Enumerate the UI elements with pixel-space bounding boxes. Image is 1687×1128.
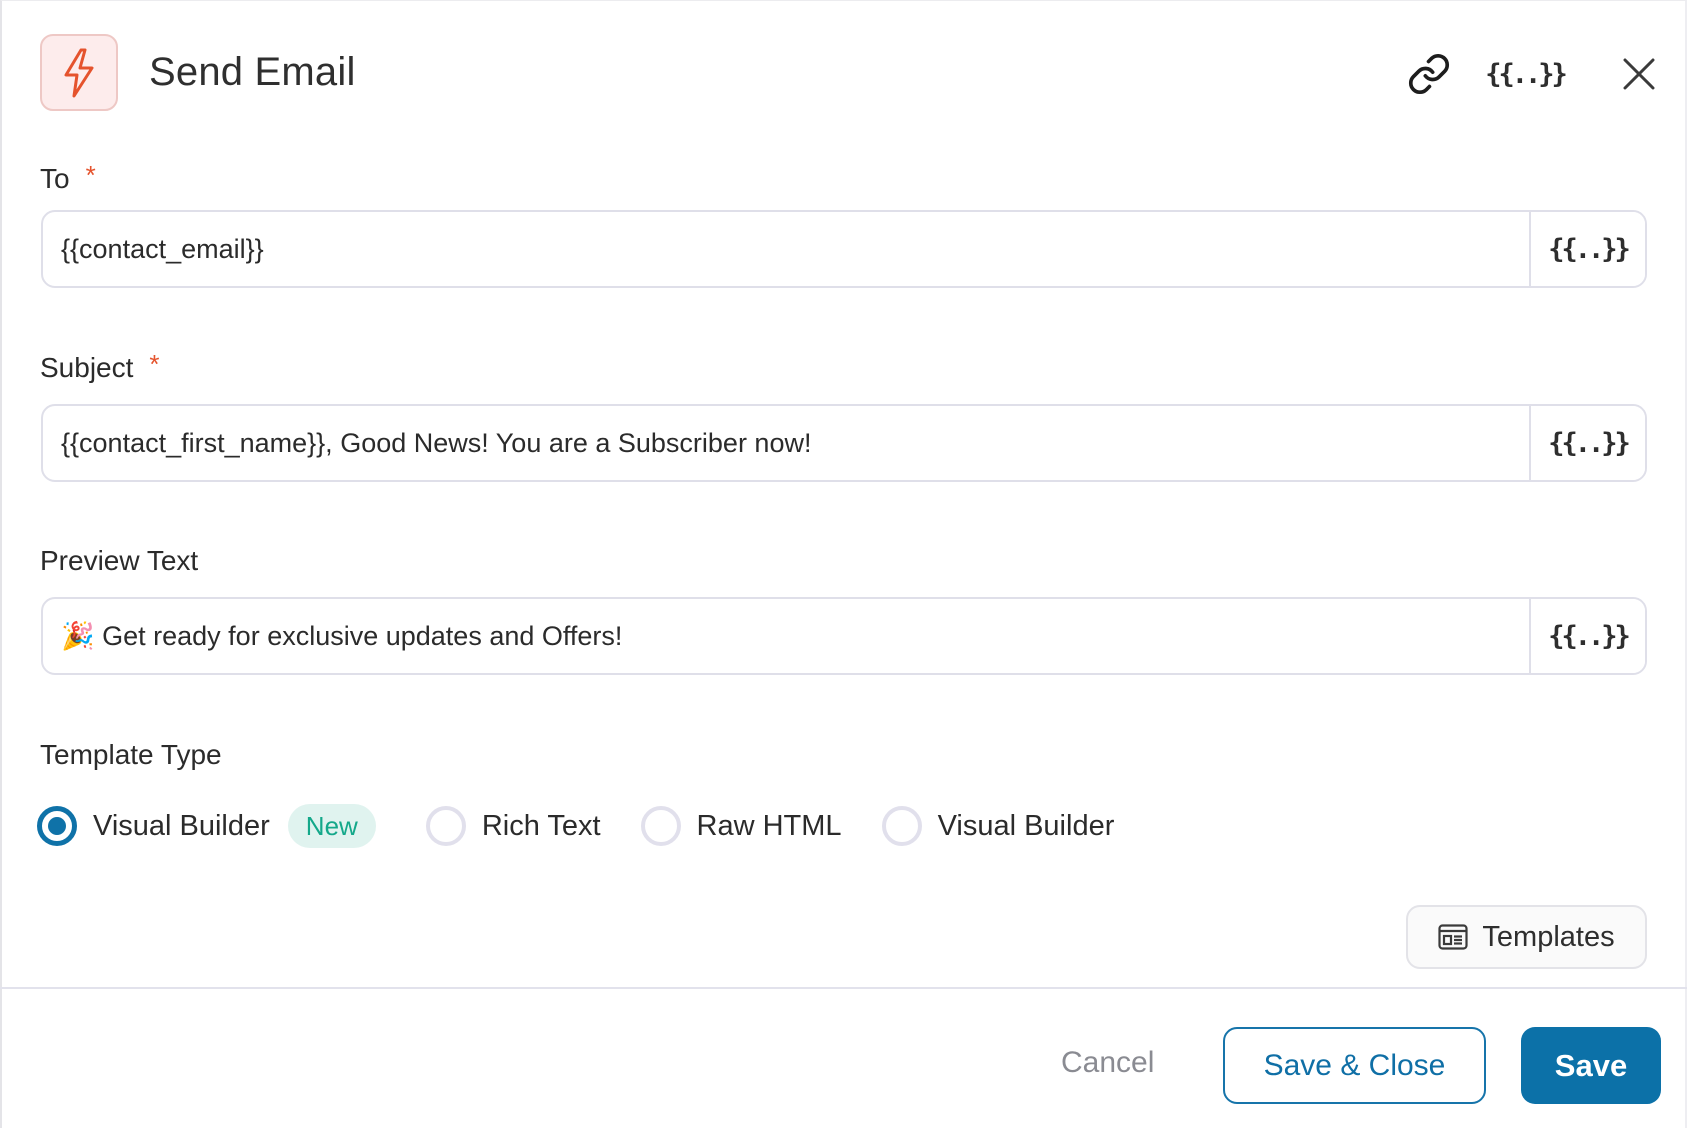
- radio-label: Visual Builder: [93, 809, 270, 842]
- to-input[interactable]: [43, 212, 1529, 286]
- to-insert-variable-button[interactable]: {{..}}: [1529, 212, 1645, 286]
- templates-button-label: Templates: [1482, 920, 1615, 953]
- radio-label: Raw HTML: [696, 809, 842, 842]
- copy-link-button[interactable]: [1401, 46, 1457, 102]
- dialog-title: Send Email: [149, 50, 356, 94]
- link-icon: [1408, 53, 1450, 95]
- template-type-label: Template Type: [40, 739, 222, 770]
- radio-raw-html[interactable]: Raw HTML: [640, 806, 842, 846]
- new-badge: New: [287, 804, 376, 848]
- preview-text-label: Preview Text: [40, 545, 199, 576]
- subject-input[interactable]: [43, 406, 1529, 480]
- insert-variable-button[interactable]: {{..}}: [1485, 46, 1568, 102]
- preview-text-field: {{..}}: [41, 597, 1647, 675]
- to-label-text: To: [40, 163, 70, 194]
- radio-circle[interactable]: [425, 806, 466, 846]
- save-button[interactable]: Save: [1521, 1027, 1661, 1104]
- footer-divider: [0, 987, 1687, 989]
- radio-circle[interactable]: [640, 806, 681, 846]
- radio-visual-builder-new[interactable]: Visual Builder New: [37, 804, 376, 848]
- radio-label: Rich Text: [481, 809, 601, 842]
- cancel-button[interactable]: Cancel: [1061, 1046, 1154, 1080]
- radio-circle[interactable]: [881, 806, 922, 846]
- close-icon: [1623, 58, 1655, 90]
- radio-circle-checked[interactable]: [37, 806, 77, 846]
- template-layout-icon: [1438, 924, 1469, 950]
- lightning-bolt-icon: [64, 48, 94, 97]
- subject-label: Subject *: [40, 349, 160, 384]
- variables-icon: {{..}}: [1548, 620, 1631, 652]
- variables-icon: {{..}}: [1548, 233, 1631, 265]
- required-asterisk: *: [85, 160, 96, 190]
- subject-label-text: Subject: [40, 352, 134, 383]
- preview-text-input[interactable]: [43, 599, 1529, 673]
- radio-rich-text[interactable]: Rich Text: [425, 806, 601, 846]
- preview-insert-variable-button[interactable]: {{..}}: [1529, 599, 1645, 673]
- template-type-radio-group: Visual Builder New Rich Text Raw HTML Vi…: [37, 803, 1154, 849]
- required-asterisk: *: [149, 349, 160, 379]
- close-button[interactable]: [1611, 46, 1667, 102]
- variables-icon: {{..}}: [1548, 427, 1631, 459]
- subject-field: {{..}}: [41, 404, 1647, 482]
- to-label: To *: [40, 160, 96, 195]
- variables-icon: {{..}}: [1485, 58, 1568, 90]
- save-and-close-button[interactable]: Save & Close: [1223, 1027, 1486, 1104]
- templates-button[interactable]: Templates: [1406, 905, 1647, 969]
- action-icon-box: [40, 34, 118, 111]
- to-field: {{..}}: [41, 210, 1647, 288]
- subject-insert-variable-button[interactable]: {{..}}: [1529, 406, 1645, 480]
- radio-visual-builder-classic[interactable]: Visual Builder: [881, 806, 1115, 846]
- radio-label: Visual Builder: [937, 809, 1115, 842]
